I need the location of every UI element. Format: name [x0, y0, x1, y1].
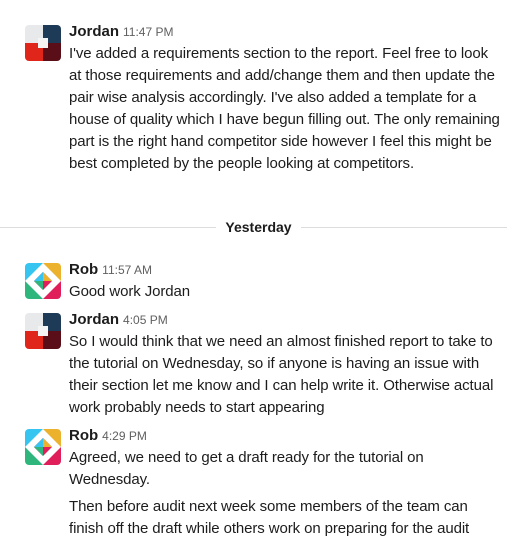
message-feed: Jordan 11:47 PM I've added a requirements… — [0, 0, 507, 548]
jordan-avatar-icon — [25, 25, 61, 61]
message-body: Rob 4:29 PM Agreed, we need to get a draf… — [69, 425, 503, 540]
timestamp[interactable]: 4:05 PM — [123, 313, 168, 327]
message-header: Jordan 4:05 PM — [69, 309, 503, 331]
avatar[interactable] — [25, 313, 61, 349]
avatar[interactable] — [25, 429, 61, 465]
message-body: Rob 11:57 AM Good work Jordan — [69, 259, 503, 303]
rob-avatar-icon — [25, 263, 61, 299]
message-text: Then before audit next week some members… — [69, 498, 470, 537]
message-body: Jordan 11:47 PM I've added a requirements… — [69, 21, 503, 175]
message-text: Good work Jordan — [69, 283, 190, 300]
message-header: Rob 4:29 PM — [69, 425, 503, 447]
avatar[interactable] — [25, 263, 61, 299]
timestamp[interactable]: 11:57 AM — [102, 263, 152, 277]
message-header: Jordan 11:47 PM — [69, 21, 503, 43]
message-header: Rob 11:57 AM — [69, 259, 503, 281]
author-name[interactable]: Jordan — [69, 311, 119, 328]
rob-avatar-icon — [25, 429, 61, 465]
message-text: I've added a requirements section to the… — [69, 45, 500, 172]
avatar[interactable] — [25, 25, 61, 61]
author-name[interactable]: Rob — [69, 261, 98, 278]
author-name[interactable]: Jordan — [69, 23, 119, 40]
message-body: Jordan 4:05 PM So I would think that we n… — [69, 309, 503, 419]
timestamp[interactable]: 11:47 PM — [123, 25, 173, 39]
message-text: So I would think that we need an almost … — [69, 333, 494, 416]
message-text: Agreed, we need to get a draft ready for… — [69, 449, 424, 488]
timestamp[interactable]: 4:29 PM — [102, 429, 147, 443]
author-name[interactable]: Rob — [69, 427, 98, 444]
jordan-avatar-icon — [25, 313, 61, 349]
date-divider-label: Yesterday — [216, 217, 301, 237]
